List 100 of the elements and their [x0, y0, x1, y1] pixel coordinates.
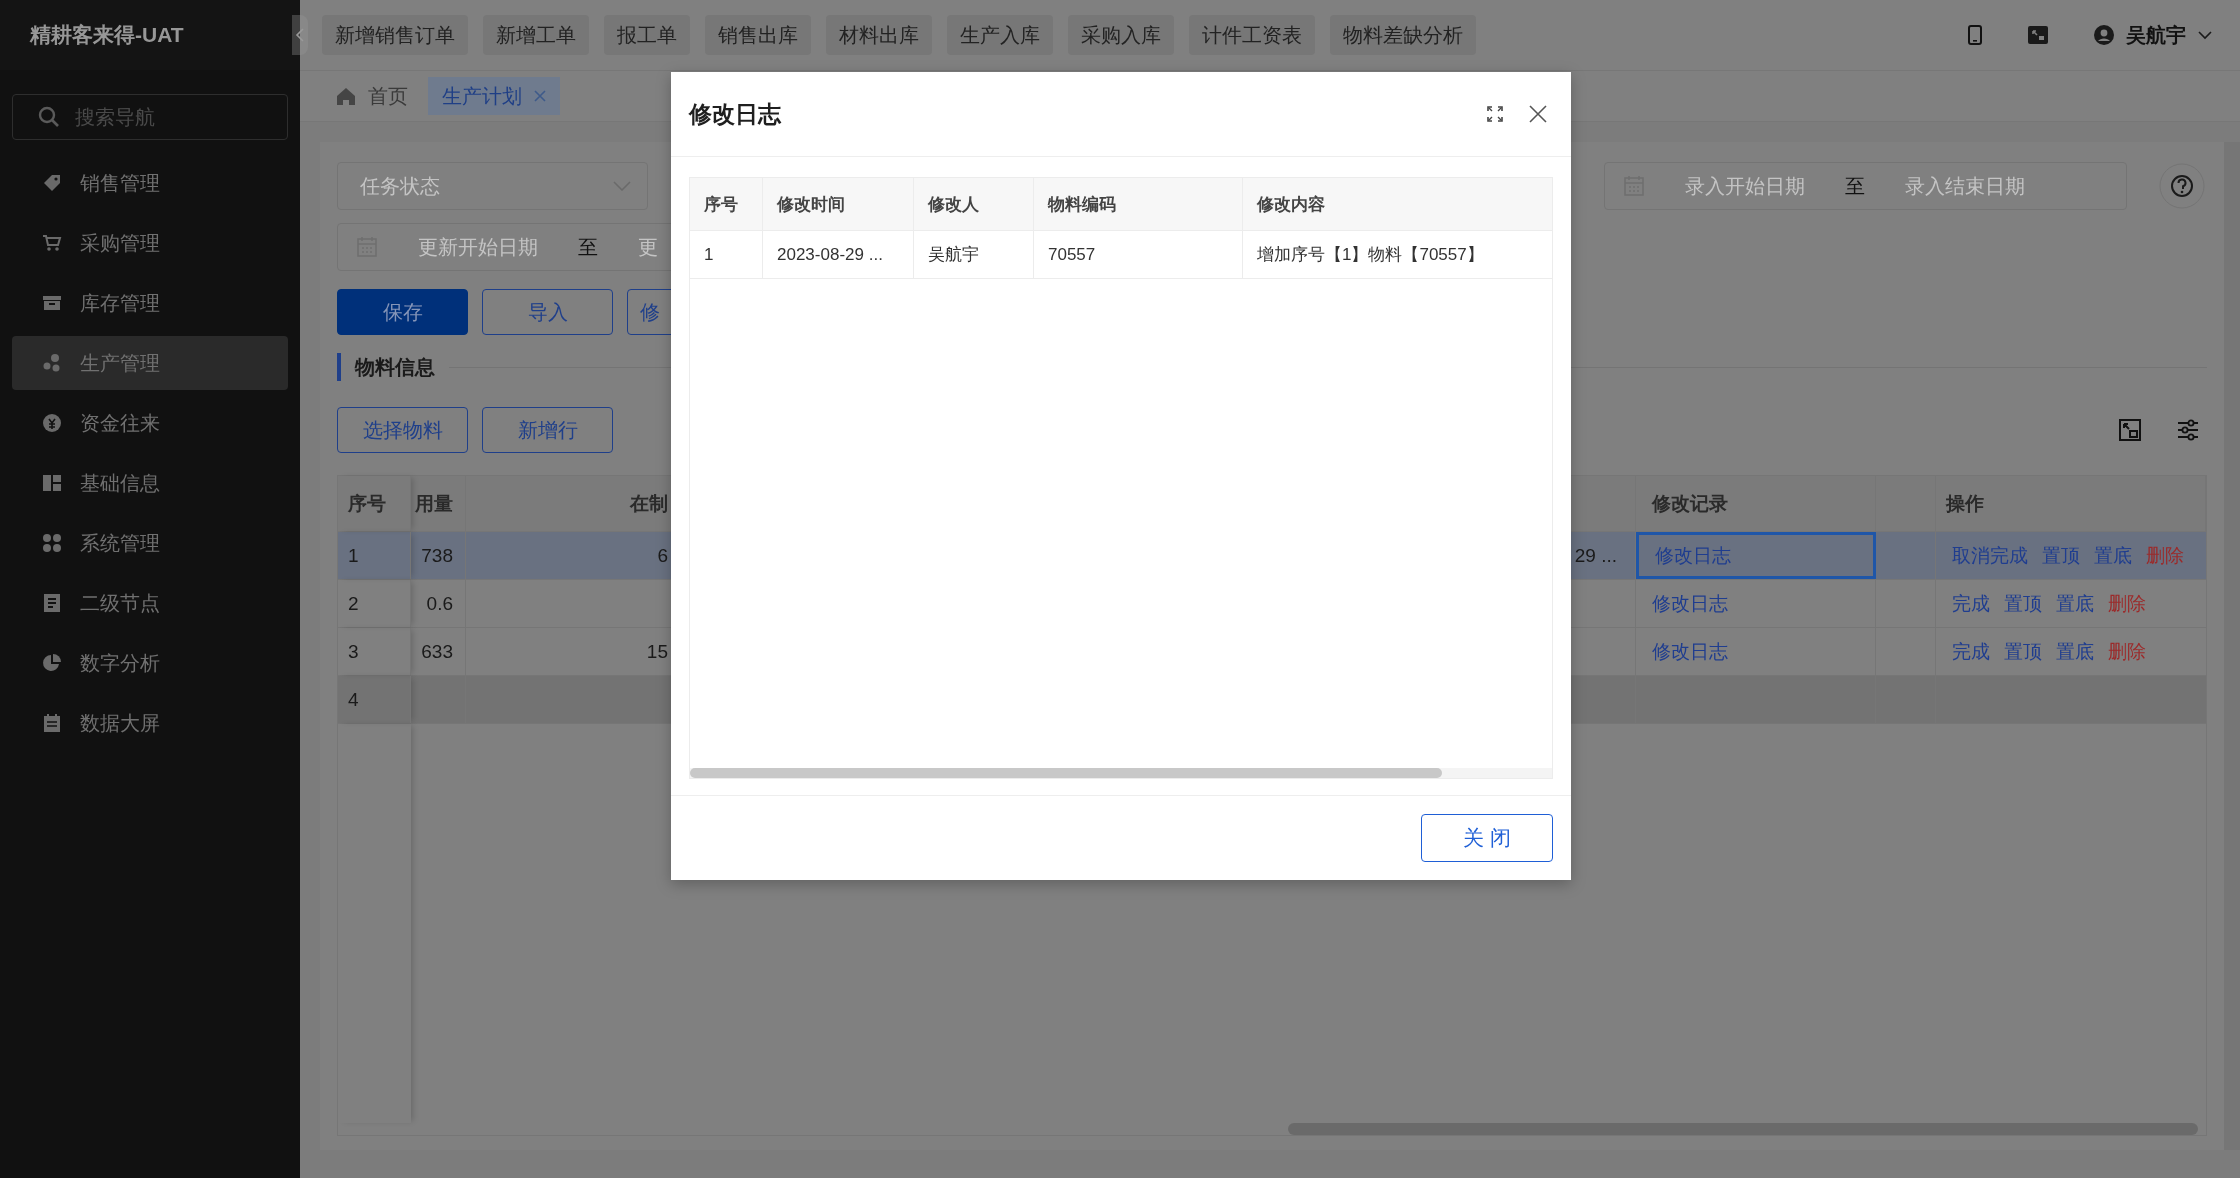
- action-button[interactable]: 选择物料: [337, 407, 468, 453]
- box-icon: [42, 293, 62, 313]
- search-icon: [38, 106, 60, 128]
- table-cell: 6: [657, 544, 668, 567]
- column-header: 序号: [338, 476, 411, 531]
- user-menu[interactable]: 吴航宇: [2094, 21, 2212, 49]
- delete-link[interactable]: 删除: [2108, 590, 2146, 617]
- date-range-field[interactable]: 录入开始日期 至 录入结束日期: [1604, 162, 2127, 210]
- focused-cell[interactable]: 修改日志: [1636, 532, 1876, 579]
- table-cell: 1: [348, 544, 359, 567]
- document-icon: [42, 593, 62, 613]
- end-date-placeholder: 录入结束日期: [1905, 173, 2025, 199]
- phone-icon[interactable]: [1968, 25, 1982, 45]
- delete-link[interactable]: 删除: [2108, 638, 2146, 665]
- row-action-link[interactable]: 取消完成: [1952, 542, 2028, 569]
- row-action-link[interactable]: 置顶: [2004, 638, 2042, 665]
- sidebar-item[interactable]: 采购管理: [12, 216, 288, 270]
- chevron-down-icon: [2198, 30, 2212, 40]
- column-header: 用量: [411, 476, 466, 531]
- table-cell: 4: [348, 688, 359, 711]
- sidebar-item[interactable]: 生产管理: [12, 336, 288, 390]
- close-icon[interactable]: [1529, 105, 1547, 123]
- start-date-placeholder: 录入开始日期: [1685, 173, 1805, 199]
- table-cell: 2023-08-29 ...: [763, 231, 914, 278]
- search-field[interactable]: 搜索导航: [12, 94, 288, 140]
- apps-icon: [42, 533, 62, 553]
- fullscreen-exit-icon[interactable]: [2119, 419, 2141, 441]
- table-cell: 1: [690, 231, 763, 278]
- row-action-link[interactable]: 完成: [1952, 590, 1990, 617]
- table-cell: 70557: [1034, 231, 1243, 278]
- table-cell: 0.6: [426, 592, 453, 615]
- start-date-placeholder: 更新开始日期: [418, 234, 538, 260]
- app-logo-text: 精耕客来得-UAT: [30, 22, 184, 48]
- sidebar-item[interactable]: 基础信息: [12, 456, 288, 510]
- log-link[interactable]: 修改日志: [1652, 590, 1728, 617]
- cart-icon: [42, 233, 62, 253]
- row-action-link[interactable]: 置顶: [2004, 590, 2042, 617]
- quick-action-button[interactable]: 计件工资表: [1189, 15, 1315, 55]
- table-cell: 633: [421, 640, 453, 663]
- quick-action-button[interactable]: 生产入库: [947, 15, 1053, 55]
- quick-action-button[interactable]: 材料出库: [826, 15, 932, 55]
- row-action-link[interactable]: 置底: [2056, 638, 2094, 665]
- table-cell: 29 ...: [1574, 544, 1617, 567]
- table-cell: 3: [348, 640, 359, 663]
- column-header: 修改人: [914, 178, 1034, 230]
- settings-icon[interactable]: [2177, 419, 2199, 441]
- quick-action-button[interactable]: 采购入库: [1068, 15, 1174, 55]
- row-action-link[interactable]: 置底: [2056, 590, 2094, 617]
- quick-action-button[interactable]: 新增工单: [483, 15, 589, 55]
- log-link[interactable]: 修改日志: [1655, 542, 1731, 569]
- help-icon[interactable]: [2159, 163, 2205, 209]
- window-icon[interactable]: [2028, 26, 2048, 44]
- user-name: 吴航宇: [2126, 22, 2186, 48]
- quick-action-button[interactable]: 新增销售订单: [322, 15, 468, 55]
- page-tab[interactable]: 首页: [330, 77, 414, 115]
- pie-chart-icon: [42, 653, 62, 673]
- user-avatar-icon: [2094, 25, 2114, 45]
- row-action-link[interactable]: 置顶: [2042, 542, 2080, 569]
- sidebar-item[interactable]: 资金往来: [12, 396, 288, 450]
- table-cell: 2: [348, 592, 359, 615]
- sidebar-item[interactable]: 库存管理: [12, 276, 288, 330]
- table-cell: 738: [421, 544, 453, 567]
- page-tab[interactable]: 生产计划: [428, 77, 560, 115]
- chevron-left-icon: [295, 27, 305, 43]
- end-date-placeholder: 更: [638, 234, 658, 260]
- row-action-link[interactable]: 完成: [1952, 638, 1990, 665]
- row-action-link[interactable]: 置底: [2094, 542, 2132, 569]
- calendar-icon: [42, 713, 62, 733]
- log-link[interactable]: 修改日志: [1652, 638, 1728, 665]
- quick-action-button[interactable]: 物料差缺分析: [1330, 15, 1476, 55]
- range-separator: 至: [1845, 173, 1865, 199]
- dots-icon: [42, 353, 62, 373]
- column-header: 操作: [1936, 476, 2206, 531]
- sidebar-item[interactable]: 数据大屏: [12, 696, 288, 750]
- status-select[interactable]: 任务状态: [337, 162, 648, 210]
- column-header: 修改内容: [1256, 193, 1326, 216]
- action-button[interactable]: 新增行: [482, 407, 613, 453]
- column-header: 修改记录: [1636, 476, 1876, 531]
- horizontal-scrollbar[interactable]: [690, 768, 1442, 778]
- sidebar-item[interactable]: 系统管理: [12, 516, 288, 570]
- action-button[interactable]: 导入: [482, 289, 613, 335]
- quick-action-button[interactable]: 销售出库: [705, 15, 811, 55]
- coin-icon: [42, 413, 62, 433]
- section-title: 物料信息: [355, 354, 435, 380]
- close-button[interactable]: 关 闭: [1421, 814, 1553, 862]
- sidebar-item[interactable]: 销售管理: [12, 156, 288, 210]
- quick-action-button[interactable]: 报工单: [604, 15, 690, 55]
- column-header: 物料编码: [1034, 178, 1243, 230]
- select-placeholder: 任务状态: [360, 173, 440, 199]
- collapse-handle[interactable]: [292, 15, 308, 55]
- home-icon: [336, 87, 356, 105]
- table-cell-text: 增加序号【1】物料【70557】: [1256, 244, 1485, 266]
- save-button[interactable]: 保存: [337, 289, 468, 335]
- fullscreen-icon[interactable]: [1487, 106, 1503, 122]
- range-separator: 至: [578, 234, 598, 260]
- sidebar-item[interactable]: 数字分析: [12, 636, 288, 690]
- table-cell: 吴航宇: [914, 231, 1034, 278]
- grid-icon: [42, 473, 62, 493]
- column-header: 序号: [690, 178, 763, 230]
- sidebar-item[interactable]: 二级节点: [12, 576, 288, 630]
